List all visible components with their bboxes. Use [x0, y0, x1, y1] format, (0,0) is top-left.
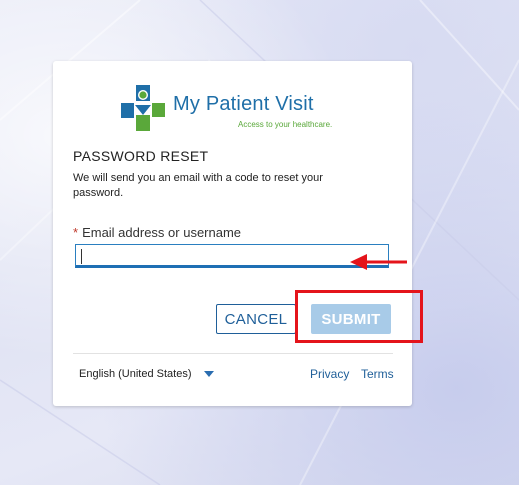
- password-reset-card: My Patient Visit Access to your healthca…: [53, 61, 412, 406]
- page-title: PASSWORD RESET: [73, 148, 209, 164]
- email-field-label: * Email address or username: [73, 225, 241, 240]
- medical-cross-person-icon: [121, 85, 165, 131]
- annotation-arrow-icon: [350, 254, 407, 270]
- required-marker: *: [73, 225, 79, 240]
- annotation-highlight-box: [295, 290, 423, 343]
- brand-name: My Patient Visit: [173, 93, 314, 115]
- instructions-text: We will send you an email with a code to…: [73, 172, 323, 199]
- brand-logo: My Patient Visit Access to your healthca…: [121, 81, 351, 137]
- language-label: English (United States): [79, 368, 192, 380]
- footer-divider: [73, 353, 393, 354]
- language-selector[interactable]: English (United States): [79, 368, 214, 380]
- privacy-link[interactable]: Privacy: [310, 367, 349, 381]
- email-input[interactable]: [75, 244, 389, 268]
- email-label-text: Email address or username: [82, 225, 242, 240]
- chevron-down-icon: [203, 371, 214, 378]
- text-cursor: [81, 249, 82, 264]
- brand-tagline: Access to your healthcare.: [238, 120, 333, 129]
- terms-link[interactable]: Terms: [361, 367, 394, 381]
- cancel-button[interactable]: CANCEL: [216, 304, 296, 334]
